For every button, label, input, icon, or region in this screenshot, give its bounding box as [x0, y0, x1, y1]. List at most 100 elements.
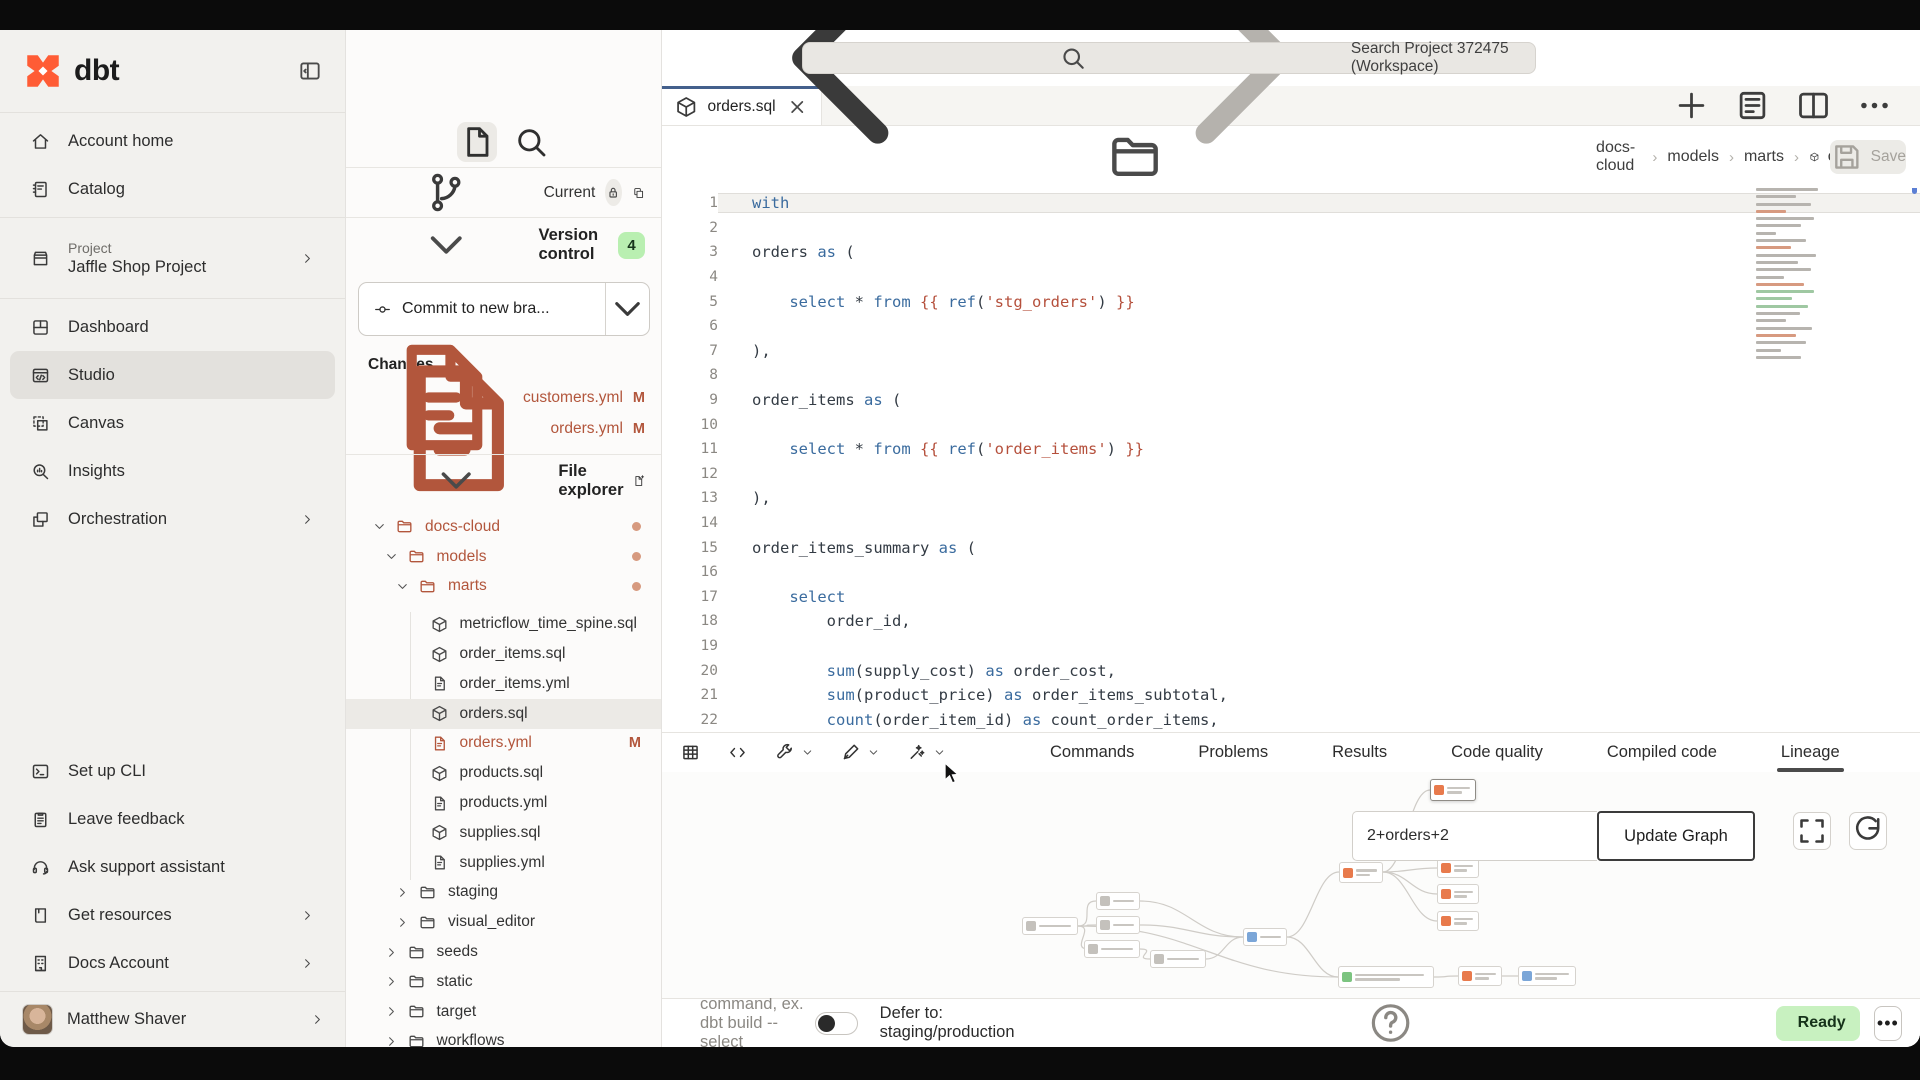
save-button[interactable]: Save	[1830, 140, 1906, 174]
tree-item-orders-yml[interactable]: orders.ymlM	[346, 729, 661, 759]
sidebar-item-set-up-cli[interactable]: Set up CLI	[10, 747, 335, 795]
tree-item-seeds[interactable]: seeds	[346, 937, 661, 967]
model-icon	[1154, 954, 1164, 964]
file-icon	[430, 794, 449, 813]
tree-item-order-items-yml[interactable]: order_items.yml	[346, 669, 661, 699]
chevron-down-icon[interactable]	[933, 746, 946, 759]
tree-item-name: seeds	[437, 943, 478, 961]
lineage-node-2[interactable]	[1339, 862, 1383, 883]
user-menu[interactable]: Matthew Shaver	[0, 991, 345, 1047]
new-file-icon[interactable]	[632, 471, 645, 491]
ready-status-badge[interactable]: Ready	[1776, 1006, 1860, 1041]
sidebar-item-get-resources[interactable]: Get resources	[10, 891, 335, 939]
lineage-node-5[interactable]	[1437, 911, 1479, 931]
lineage-node-9[interactable]	[1084, 940, 1140, 958]
tree-item-docs-cloud[interactable]: docs-cloud	[346, 512, 661, 542]
chevron-down-icon[interactable]	[801, 746, 814, 759]
collapse-sidebar-icon[interactable]	[297, 58, 323, 84]
lineage-node-4[interactable]	[1437, 884, 1479, 904]
commit-dropdown-button[interactable]	[605, 283, 649, 335]
tree-item-visual-editor[interactable]: visual_editor	[346, 907, 661, 937]
file-explorer-header[interactable]: File explorer	[346, 454, 661, 506]
lineage-node-8[interactable]	[1096, 916, 1140, 934]
sidebar-item-canvas[interactable]: Canvas	[10, 399, 335, 447]
lineage-fullscreen-button[interactable]	[1793, 812, 1831, 850]
tree-item-supplies-yml[interactable]: supplies.yml	[346, 848, 661, 878]
lineage-node-12[interactable]	[1338, 966, 1434, 988]
sidebar-item-orchestration[interactable]: Orchestration	[10, 495, 335, 543]
sidebar-item-dashboard[interactable]: Dashboard	[10, 303, 335, 351]
sidebar-item-insights[interactable]: Insights	[10, 447, 335, 495]
lineage-node-6[interactable]	[1096, 892, 1140, 910]
panel-tab-compiled-code[interactable]: Compiled code	[1575, 733, 1749, 772]
lineage-node-11[interactable]	[1243, 928, 1287, 946]
tree-item-products-yml[interactable]: products.yml	[346, 788, 661, 818]
tree-item-name: static	[437, 973, 473, 991]
lineage-node-13[interactable]	[1458, 966, 1502, 986]
project-search-input[interactable]: Search Project 372475 (Workspace)	[802, 42, 1536, 74]
version-control-header[interactable]: Version control 4	[346, 218, 661, 272]
files-view-button[interactable]	[457, 122, 497, 162]
modified-dot	[632, 552, 641, 561]
node-label	[1535, 973, 1572, 980]
tree-item-order-items-sql[interactable]: order_items.sql	[346, 639, 661, 669]
breadcrumb-part[interactable]: docs-cloud	[1596, 139, 1642, 175]
defer-toggle[interactable]	[815, 1012, 858, 1035]
lineage-node-7[interactable]	[1022, 917, 1078, 935]
branch-row: Current	[346, 168, 661, 218]
sidebar-item-label: Canvas	[68, 414, 124, 433]
sidebar-item-studio[interactable]: Studio	[10, 351, 335, 399]
tree-item-staging[interactable]: staging	[346, 878, 661, 908]
panel-tab-code-quality[interactable]: Code quality	[1419, 733, 1575, 772]
sidebar-item-account-home[interactable]: Account home	[10, 117, 335, 165]
tree-item-target[interactable]: target	[346, 997, 661, 1027]
paint-icon[interactable]	[840, 742, 861, 763]
split-editor-icon[interactable]	[1794, 86, 1833, 125]
panel-tab-lineage[interactable]: Lineage	[1749, 733, 1872, 772]
lineage-node-10[interactable]	[1150, 950, 1206, 968]
project-label: Project	[68, 240, 206, 256]
sidebar-item-leave-feedback[interactable]: Leave feedback	[10, 795, 335, 843]
dbt-logo-icon	[22, 50, 64, 92]
lineage-node-14[interactable]	[1518, 966, 1576, 986]
breadcrumb-part[interactable]: models	[1667, 148, 1719, 166]
branch-name[interactable]: Current	[544, 184, 596, 202]
breadcrumb-part[interactable]: marts	[1744, 148, 1784, 166]
panel-tab-commands[interactable]: Commands	[1018, 733, 1166, 772]
lineage-node-3[interactable]	[1437, 858, 1479, 878]
tree-item-orders-sql[interactable]: orders.sql	[346, 699, 661, 729]
node-label	[1113, 924, 1136, 927]
tree-item-workflows[interactable]: workflows	[346, 1027, 661, 1047]
lineage-selector-input[interactable]	[1352, 811, 1597, 861]
status-more-button[interactable]: •••	[1874, 1006, 1902, 1041]
lineage-refresh-button[interactable]	[1849, 812, 1887, 850]
sidebar-item-ask-support-assistant[interactable]: Ask support assistant	[10, 843, 335, 891]
sidebar-item-catalog[interactable]: Catalog	[10, 165, 335, 213]
sidebar-item-docs-account[interactable]: Docs Account	[10, 939, 335, 987]
tree-item-marts[interactable]: marts	[346, 572, 661, 602]
lineage-node-1[interactable]	[1430, 779, 1476, 801]
help-icon[interactable]	[1023, 999, 1758, 1047]
sidebar-item-project[interactable]: ProjectJaffle Shop Project	[10, 222, 335, 294]
editor-scrollbar-thumb[interactable]	[1912, 188, 1917, 194]
wand-icon[interactable]	[906, 742, 927, 763]
code-editor[interactable]: 1with23orders as (45 select * from {{ re…	[662, 188, 1920, 732]
open-editors-icon[interactable]	[1733, 86, 1772, 125]
code-icon[interactable]	[727, 742, 748, 763]
more-options-icon[interactable]	[1855, 86, 1894, 125]
new-tab-icon[interactable]	[1672, 86, 1711, 125]
wrench-icon[interactable]	[774, 742, 795, 763]
tree-item-metricflow-time-spine-sql[interactable]: metricflow_time_spine.sql	[346, 609, 661, 639]
search-files-button[interactable]	[511, 122, 551, 162]
tree-item-supplies-sql[interactable]: supplies.sql	[346, 818, 661, 848]
changed-file-orders-yml[interactable]: orders.ymlM	[346, 413, 661, 444]
table-icon[interactable]	[680, 742, 701, 763]
tree-item-products-sql[interactable]: products.sql	[346, 758, 661, 788]
chevron-down-icon[interactable]	[867, 746, 880, 759]
tree-item-static[interactable]: static	[346, 967, 661, 997]
tree-item-models[interactable]: models	[346, 542, 661, 572]
panel-tab-problems[interactable]: Problems	[1166, 733, 1300, 772]
panel-tab-results[interactable]: Results	[1300, 733, 1419, 772]
update-graph-button[interactable]: Update Graph	[1597, 811, 1755, 861]
copy-icon[interactable]	[632, 182, 645, 204]
